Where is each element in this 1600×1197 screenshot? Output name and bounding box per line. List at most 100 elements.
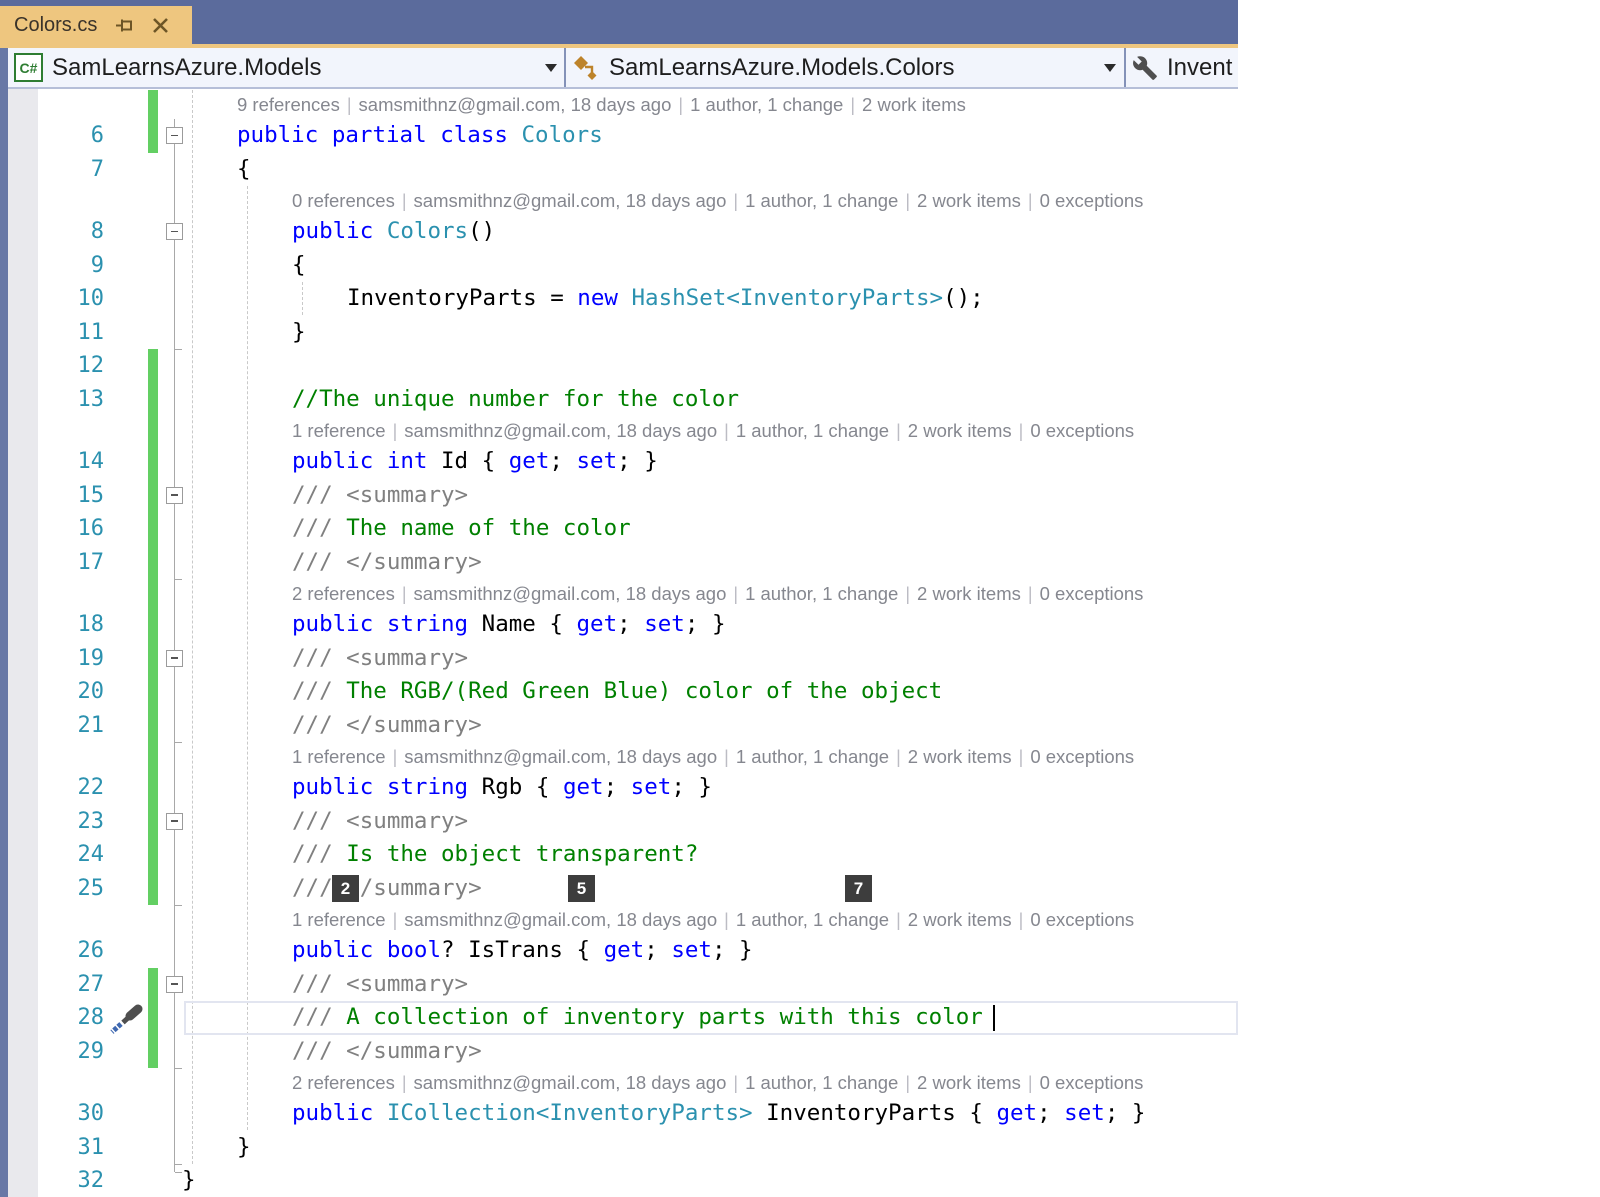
code-line-21[interactable]: 21 /// </summary> xyxy=(8,708,1238,742)
codelens-row[interactable]: 0 references | samsmithnz@gmail.com, 18 da… xyxy=(8,186,1238,215)
collapse-toggle[interactable] xyxy=(166,812,183,830)
collapse-toggle[interactable] xyxy=(166,127,183,144)
codelens-segment[interactable]: samsmithnz@gmail.com, 18 days ago xyxy=(414,583,727,604)
codelens-segment[interactable]: 0 exceptions xyxy=(1040,583,1144,604)
line-number: 30 xyxy=(77,1101,105,1126)
codelens-row[interactable]: 1 reference | samsmithnz@gmail.com, 18 day… xyxy=(8,742,1238,771)
codelens-segment[interactable]: 0 exceptions xyxy=(1030,420,1134,441)
codelens-segment[interactable]: 2 work items xyxy=(917,190,1021,211)
member-dropdown[interactable]: Invent xyxy=(1126,48,1238,87)
code-line-25[interactable]: 25/// </summary> xyxy=(8,871,1238,905)
code-line-13[interactable]: 13 //The unique number for the color xyxy=(8,382,1238,416)
code-line-30[interactable]: 30 public ICollection<InventoryParts> Inv… xyxy=(8,1097,1238,1131)
codelens-text[interactable]: 2 references | samsmithnz@gmail.com, 18 da… xyxy=(182,1068,1143,1098)
token: get xyxy=(576,611,618,637)
code-line-19[interactable]: 19 /// <summary> xyxy=(8,641,1238,675)
codelens-segment[interactable]: 2 references xyxy=(292,583,395,604)
code-line-15[interactable]: 15 /// <summary> xyxy=(8,478,1238,513)
token: ; xyxy=(617,611,645,637)
codelens-segment[interactable]: samsmithnz@gmail.com, 18 days ago xyxy=(404,909,717,930)
codelens-segment[interactable]: 1 author, 1 change xyxy=(690,94,843,115)
collapse-toggle[interactable] xyxy=(166,975,183,993)
token: int xyxy=(386,448,428,474)
codelens-segment[interactable]: 0 exceptions xyxy=(1030,909,1134,930)
code-line-10[interactable]: 10 InventoryParts = new HashSet<Inventory… xyxy=(8,282,1238,316)
code-line-22[interactable]: 22 public string Rgb { get; set; } xyxy=(8,771,1238,805)
codelens-segment[interactable]: 1 reference xyxy=(292,909,386,930)
token: } xyxy=(237,1133,251,1160)
codelens-row[interactable]: 1 reference | samsmithnz@gmail.com, 18 day… xyxy=(8,905,1238,934)
codelens-segment[interactable]: samsmithnz@gmail.com, 18 days ago xyxy=(414,1072,727,1093)
codelens-segment[interactable]: 0 references xyxy=(292,190,395,211)
collapse-toggle[interactable] xyxy=(166,223,183,240)
codelens-row[interactable]: 9 references | samsmithnz@gmail.com, 18 da… xyxy=(8,90,1238,119)
close-icon[interactable] xyxy=(152,17,169,34)
code-line-18[interactable]: 18 public string Name { get; set; } xyxy=(8,608,1238,642)
codelens-segment[interactable]: 1 author, 1 change xyxy=(745,190,898,211)
codelens-segment[interactable]: 2 work items xyxy=(908,909,1012,930)
code-line-20[interactable]: 20 /// The RGB/(Red Green Blue) color of … xyxy=(8,675,1238,709)
codelens-segment[interactable]: 1 author, 1 change xyxy=(736,909,889,930)
code-line-8[interactable]: 8 public Colors() xyxy=(8,215,1238,249)
member-dropdown-label: Invent xyxy=(1167,53,1233,81)
code-editor[interactable]: 2 5 7 9 references | samsmithnz@gmail.com,… xyxy=(8,89,1238,1197)
token: Rgb { xyxy=(468,774,563,800)
token: Colors xyxy=(386,218,469,244)
tab-colors-cs[interactable]: Colors.cs xyxy=(0,6,192,44)
code-line-7[interactable]: 7{ xyxy=(8,153,1238,187)
code-line-24[interactable]: 24 /// Is the object transparent? xyxy=(8,838,1238,872)
code-line-29[interactable]: 29 /// </summary> xyxy=(8,1034,1238,1068)
codelens-segment[interactable]: 1 author, 1 change xyxy=(736,746,889,767)
codelens-segment[interactable]: samsmithnz@gmail.com, 18 days ago xyxy=(404,420,717,441)
codelens-segment[interactable]: 1 reference xyxy=(292,420,386,441)
codelens-segment[interactable]: 2 work items xyxy=(862,94,966,115)
codelens-row[interactable]: 1 reference | samsmithnz@gmail.com, 18 day… xyxy=(8,416,1238,445)
codelens-text[interactable]: 1 reference | samsmithnz@gmail.com, 18 day… xyxy=(182,742,1134,772)
codelens-segment[interactable]: 2 work items xyxy=(917,583,1021,604)
codelens-text[interactable]: 2 references | samsmithnz@gmail.com, 18 da… xyxy=(182,579,1143,609)
codelens-segment[interactable]: 2 work items xyxy=(908,746,1012,767)
codelens-segment[interactable]: 1 reference xyxy=(292,746,386,767)
codelens-text[interactable]: 0 references | samsmithnz@gmail.com, 18 da… xyxy=(182,186,1143,216)
codelens-row[interactable]: 2 references | samsmithnz@gmail.com, 18 da… xyxy=(8,1068,1238,1097)
codelens-segment[interactable]: samsmithnz@gmail.com, 18 days ago xyxy=(414,190,727,211)
code-line-23[interactable]: 23 /// <summary> xyxy=(8,804,1238,838)
codelens-segment[interactable]: 1 author, 1 change xyxy=(745,1072,898,1093)
collapse-toggle[interactable] xyxy=(166,649,183,667)
codelens-segment[interactable]: 0 exceptions xyxy=(1030,746,1134,767)
code-line-32[interactable]: 32} xyxy=(8,1164,1238,1197)
code-line-16[interactable]: 16 /// The name of the color xyxy=(8,512,1238,546)
code-line-14[interactable]: 14 public int Id { get; set; } xyxy=(8,445,1238,479)
project-dropdown[interactable]: C# SamLearnsAzure.Models xyxy=(8,48,564,87)
code-line-9[interactable]: 9{ xyxy=(8,249,1238,283)
codelens-segment[interactable]: 0 exceptions xyxy=(1040,190,1144,211)
token: /// </summary> xyxy=(292,548,482,575)
quick-actions-screwdriver-icon[interactable] xyxy=(104,1004,144,1039)
token: A collection of inventory parts with thi… xyxy=(346,1004,983,1030)
token: public xyxy=(292,448,374,474)
pin-icon[interactable] xyxy=(115,16,134,35)
code-line-11[interactable]: 11} xyxy=(8,316,1238,350)
codelens-segment[interactable]: 9 references xyxy=(237,94,340,115)
codelens-segment[interactable]: 2 references xyxy=(292,1072,395,1093)
code-line-31[interactable]: 31} xyxy=(8,1131,1238,1165)
codelens-text[interactable]: 1 reference | samsmithnz@gmail.com, 18 day… xyxy=(182,416,1134,446)
codelens-segment[interactable]: 1 author, 1 change xyxy=(745,583,898,604)
type-dropdown[interactable]: SamLearnsAzure.Models.Colors xyxy=(566,48,1124,87)
code-line-26[interactable]: 26 public bool? IsTrans { get; set; } xyxy=(8,934,1238,968)
token: InventoryParts = xyxy=(347,285,578,311)
codelens-segment[interactable]: 2 work items xyxy=(908,420,1012,441)
codelens-segment[interactable]: 0 exceptions xyxy=(1040,1072,1144,1093)
codelens-text[interactable]: 9 references | samsmithnz@gmail.com, 18 da… xyxy=(182,90,966,120)
codelens-segment[interactable]: samsmithnz@gmail.com, 18 days ago xyxy=(404,746,717,767)
code-text: /// <summary> xyxy=(182,479,468,513)
codelens-segment[interactable]: samsmithnz@gmail.com, 18 days ago xyxy=(359,94,672,115)
codelens-segment[interactable]: 2 work items xyxy=(917,1072,1021,1093)
codelens-segment[interactable]: 1 author, 1 change xyxy=(736,420,889,441)
code-line-6[interactable]: 6 public partial class Colors xyxy=(8,119,1238,153)
code-line-27[interactable]: 27 /// <summary> xyxy=(8,967,1238,1001)
codelens-text[interactable]: 1 reference | samsmithnz@gmail.com, 18 day… xyxy=(182,905,1134,935)
collapse-toggle[interactable] xyxy=(166,486,183,504)
code-line-17[interactable]: 17 /// </summary> xyxy=(8,545,1238,579)
codelens-row[interactable]: 2 references | samsmithnz@gmail.com, 18 da… xyxy=(8,579,1238,608)
